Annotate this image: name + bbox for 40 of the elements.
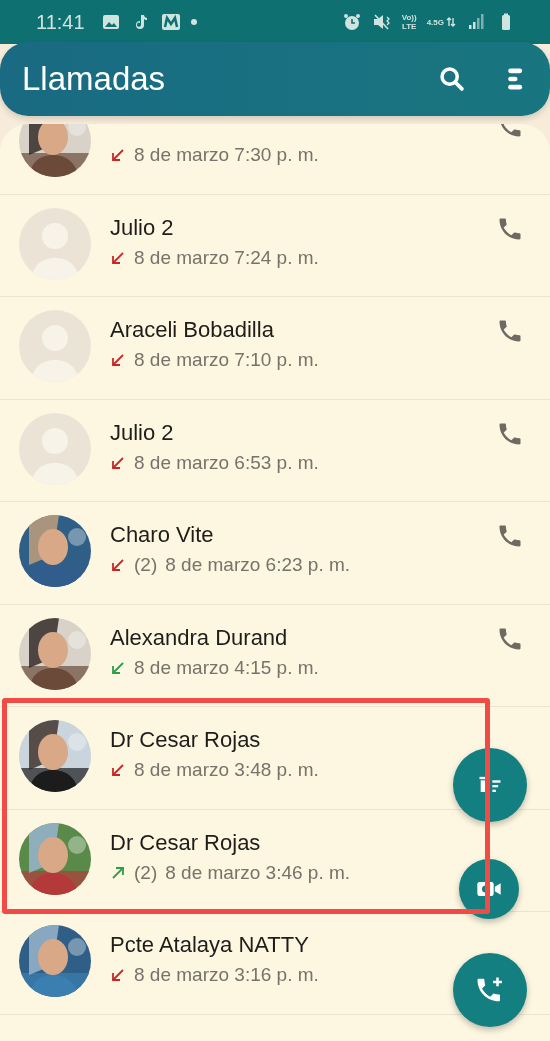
call-row[interactable]: Pcte Atalaya NATTY 8 de marzo 3:16 p. m.: [0, 912, 450, 1014]
image-icon: [100, 12, 121, 32]
contact-name: Dr Cesar Rojas: [110, 726, 262, 754]
call-row[interactable]: Araceli Bobadilla 8 de marzo 7:10 p. m.: [0, 297, 450, 399]
call-time: 8 de marzo 3:16 p. m.: [134, 964, 319, 986]
call-time: 8 de marzo 3:46 p. m.: [165, 861, 351, 884]
call-row[interactable]: Julio 2 8 de marzo 6:53 p. m.: [0, 399, 450, 501]
notification-dot-icon: [190, 19, 197, 25]
m-logo-icon: [160, 12, 181, 32]
alarm-icon: [341, 12, 362, 32]
call-row[interactable]: Dr Cesar Rojas 8 de marzo 3:48 p. m.: [0, 707, 450, 809]
contact-name: Araceli Bobadilla: [110, 316, 275, 344]
call-row[interactable]: Julio 2 8 de marzo 7:24 p. m.: [0, 194, 450, 296]
call-time: 8 de marzo 7:24 p. m.: [134, 246, 319, 269]
contact-name: Charo Vite: [110, 521, 215, 549]
call-row[interactable]: Charo Vite (2) 8 de marzo 6:23 p. m.: [0, 502, 450, 604]
call-row[interactable]: Dr Cesar Rojas (2) 8 de marzo 3:46 p. m.: [0, 809, 450, 911]
contact-name: Julio 2: [110, 213, 175, 242]
contact-name: Julio 2: [110, 418, 175, 447]
volte-label: Vo)) LTE: [401, 13, 417, 31]
call-row[interactable]: 8 de marzo 7:30 p. m.: [0, 124, 450, 194]
call-time: 8 de marzo 6:53 p. m.: [134, 451, 319, 474]
signal-icon: [466, 12, 486, 32]
call-count: (2): [134, 861, 158, 884]
call-row[interactable]: Alexandra Durand 8 de marzo 4:15 p. m.: [0, 604, 450, 706]
search-icon[interactable]: [438, 65, 466, 93]
call-time: 8 de marzo 7:10 p. m.: [134, 349, 319, 371]
page-title: Llamadas: [22, 60, 167, 98]
contact-name: Dr Cesar Rojas: [110, 828, 262, 857]
contact-name: Pcte Atalaya NATTY: [110, 931, 310, 959]
call-time: 8 de marzo 6:23 p. m.: [165, 554, 351, 576]
contact-name: Alexandra Durand: [110, 623, 289, 652]
data-arrows-icon: [446, 17, 456, 27]
call-time: 8 de marzo 3:48 p. m.: [134, 759, 319, 781]
network-type-label: 4.5G: [426, 17, 444, 27]
muted-speaker-icon: [371, 12, 392, 32]
call-time: 8 de marzo 7:30 p. m.: [134, 144, 319, 166]
status-time: 11:41: [36, 10, 85, 34]
call-time: 8 de marzo 4:15 p. m.: [134, 656, 319, 679]
call-count: (2): [134, 554, 158, 576]
